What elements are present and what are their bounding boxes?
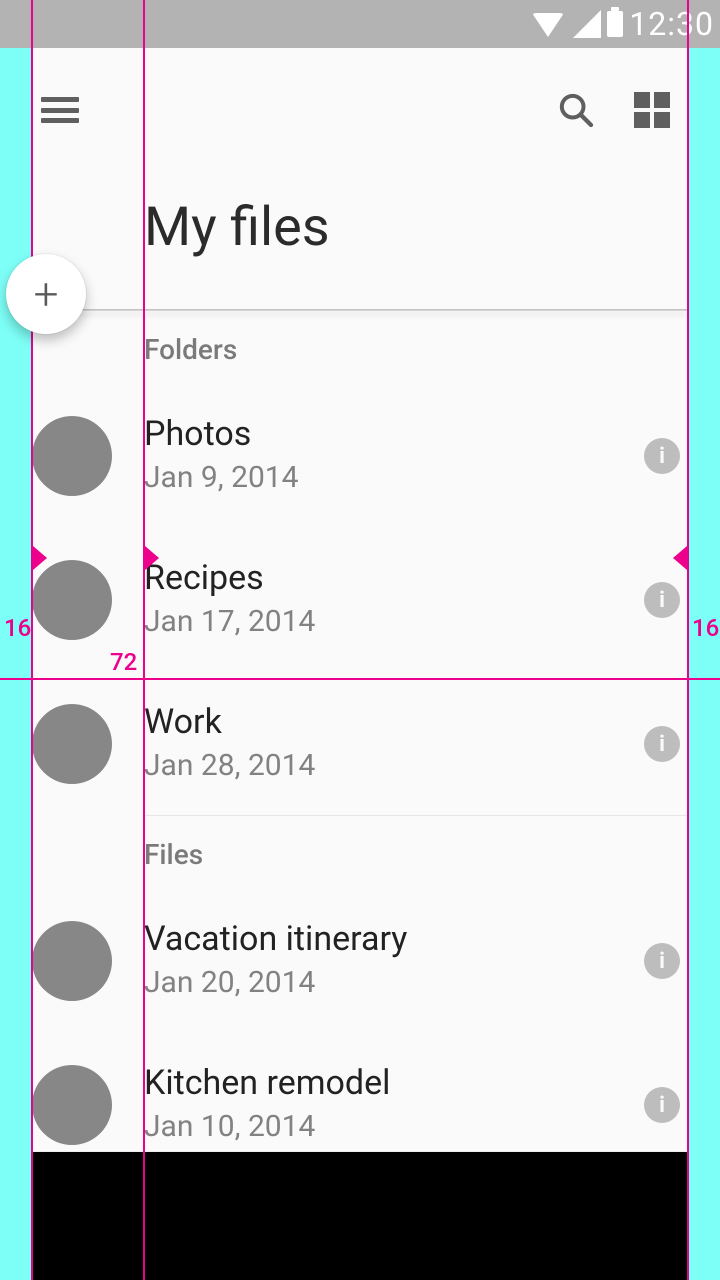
grid-icon [634, 92, 670, 128]
list-item[interactable]: Photos Jan 9, 2014 i [32, 384, 688, 528]
cell-signal-icon [573, 10, 601, 38]
list-item[interactable]: Vacation itinerary Jan 20, 2014 i [32, 889, 688, 1033]
list-item[interactable]: Work Jan 28, 2014 i [32, 672, 688, 816]
info-icon[interactable]: i [644, 726, 680, 762]
menu-button[interactable] [32, 82, 88, 138]
item-title: Work [144, 702, 608, 742]
item-date: Jan 9, 2014 [144, 460, 608, 495]
section-header-files: Files [32, 816, 688, 889]
fab-add-button[interactable]: + [6, 254, 86, 334]
hamburger-icon [41, 97, 79, 123]
item-date: Jan 10, 2014 [144, 1109, 608, 1144]
battery-icon [607, 11, 623, 37]
keyline-label: 16 [4, 614, 31, 642]
item-date: Jan 17, 2014 [144, 604, 608, 639]
page-title: My files [144, 196, 688, 259]
status-time: 12:30 [629, 5, 714, 43]
list-divider [144, 815, 688, 816]
keyline-label: 72 [110, 648, 137, 676]
status-bar: 12:30 [0, 0, 720, 48]
item-title: Recipes [144, 558, 608, 598]
keyline-line [143, 0, 145, 1280]
view-grid-button[interactable] [624, 82, 680, 138]
folder-avatar-icon [32, 560, 112, 640]
section-header-folders: Folders [32, 311, 688, 384]
item-title: Vacation itinerary [144, 919, 608, 959]
item-title: Kitchen remodel [144, 1063, 608, 1103]
file-avatar-icon [32, 1065, 112, 1145]
wifi-icon [529, 9, 567, 39]
item-date: Jan 28, 2014 [144, 748, 608, 783]
info-icon[interactable]: i [644, 943, 680, 979]
list-item[interactable]: Kitchen remodel Jan 10, 2014 i [32, 1033, 688, 1152]
info-icon[interactable]: i [644, 438, 680, 474]
keyline-label: 16 [692, 614, 719, 642]
keyline-arrow-icon [145, 546, 159, 570]
file-avatar-icon [32, 921, 112, 1001]
system-navbar [32, 1152, 688, 1280]
keyline-line [31, 0, 33, 1280]
plus-icon: + [34, 268, 59, 320]
item-date: Jan 20, 2014 [144, 965, 608, 1000]
folder-avatar-icon [32, 416, 112, 496]
app-toolbar [32, 48, 688, 156]
item-title: Photos [144, 414, 608, 454]
keyline-arrow-icon [673, 546, 687, 570]
info-icon[interactable]: i [644, 1087, 680, 1123]
info-icon[interactable]: i [644, 582, 680, 618]
search-button[interactable] [548, 82, 604, 138]
keyline-line [687, 0, 689, 1280]
keyline-line [0, 678, 720, 680]
search-icon [556, 90, 596, 130]
app-surface: My files Folders Photos Jan 9, 2014 i Re… [32, 48, 688, 1152]
folder-avatar-icon [32, 704, 112, 784]
title-area: My files [32, 156, 688, 309]
keyline-arrow-icon [33, 546, 47, 570]
